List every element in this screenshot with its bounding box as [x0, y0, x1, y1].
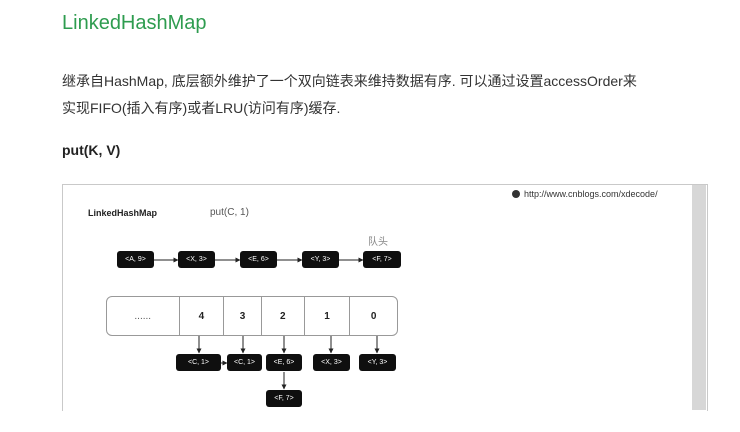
- array-cell: 4: [178, 297, 224, 335]
- bucket-node: <C, 1>: [176, 354, 221, 371]
- list-node: <E, 6>: [240, 251, 277, 268]
- watermark-icon: [512, 190, 520, 198]
- bucket-node: <E, 6>: [266, 354, 302, 371]
- array-cell: 1: [303, 297, 350, 335]
- bucket-node: <X, 3>: [313, 354, 350, 371]
- bucket-node: <Y, 3>: [359, 354, 396, 371]
- head-label: 队头: [368, 237, 388, 248]
- watermark: http://www.cnblogs.com/xdecode/: [512, 189, 658, 199]
- paragraph-line-2: 实现FIFO(插入有序)或者LRU(访问有序)缓存.: [62, 100, 341, 116]
- list-node: <A, 9>: [117, 251, 154, 268]
- list-node: <F, 7>: [363, 251, 401, 268]
- array-cell: 0: [349, 297, 397, 335]
- list-node: <X, 3>: [178, 251, 215, 268]
- bucket-node: <C, 1>: [227, 354, 262, 371]
- list-node: <Y, 3>: [302, 251, 339, 268]
- watermark-text: http://www.cnblogs.com/xdecode/: [524, 189, 658, 199]
- array-cell: ......: [134, 310, 152, 322]
- article-title: LinkedHashMap: [62, 12, 207, 34]
- operation-label: put(C, 1): [210, 207, 249, 218]
- map-label: LinkedHashMap: [88, 208, 158, 218]
- section-subtitle: put(K, V): [62, 142, 121, 158]
- paragraph-line-1: 继承自HashMap, 底层额外维护了一个双向链表来维持数据有序. 可以通过设置…: [62, 73, 637, 89]
- chain-node: <F, 7>: [266, 390, 302, 407]
- article-paragraph: 继承自HashMap, 底层额外维护了一个双向链表来维持数据有序. 可以通过设置…: [62, 68, 712, 122]
- array-cell: 3: [223, 297, 261, 335]
- hash-array: ...... 4 3 2 1 0: [106, 296, 398, 336]
- array-cell: 2: [260, 297, 304, 335]
- image-scrollbar[interactable]: [692, 185, 706, 410]
